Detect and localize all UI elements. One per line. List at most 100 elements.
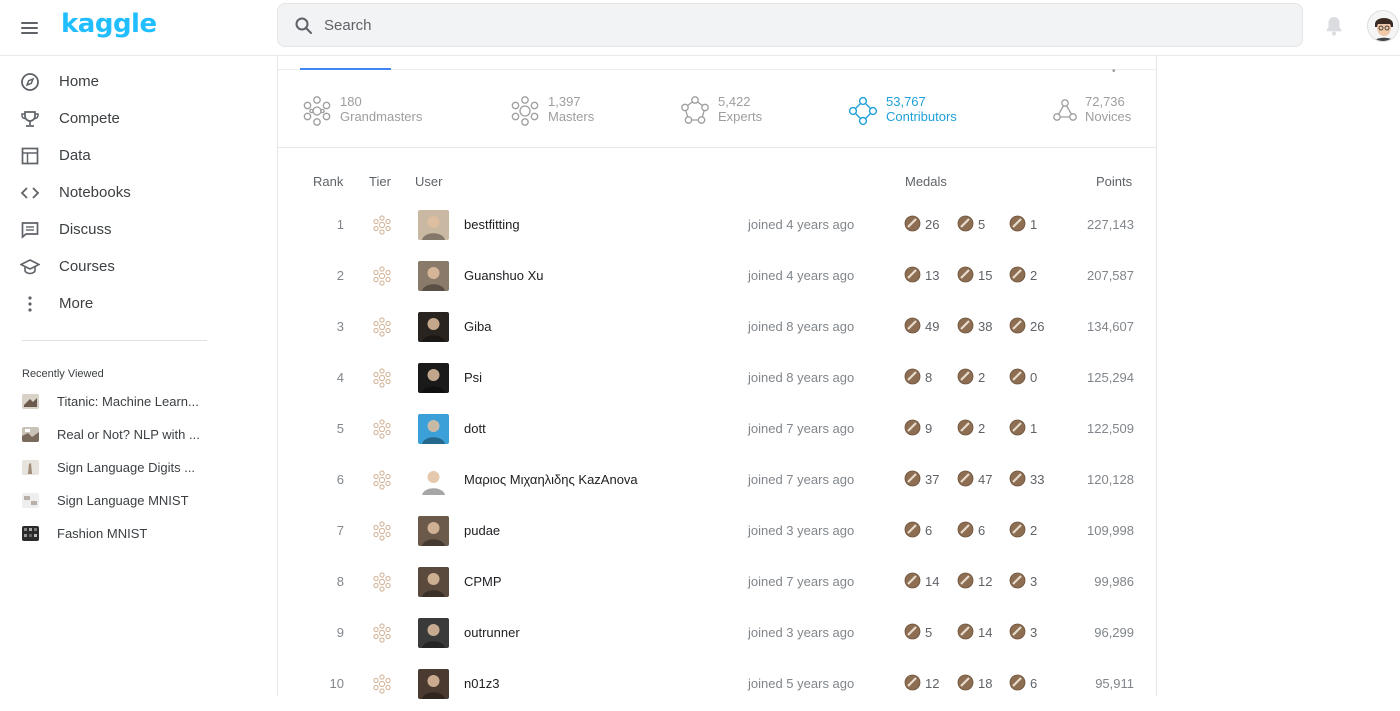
bronze-medal-icon	[1009, 266, 1026, 283]
username-link[interactable]: dott	[464, 421, 486, 436]
user-avatar[interactable]	[418, 465, 449, 495]
username-link[interactable]: Guanshuo Xu	[464, 268, 544, 283]
table-row[interactable]: 2 Guanshuo Xu joined 4 years ago 13 15 2 207,5…	[278, 252, 1156, 303]
bronze-medal-icon	[1009, 521, 1026, 538]
gold-medal-icon	[904, 215, 921, 232]
recent-item[interactable]: Fashion MNIST	[0, 517, 240, 550]
medal-count-value: 2	[978, 421, 986, 436]
username-link[interactable]: CPMP	[464, 574, 502, 589]
sidebar-item-notebooks[interactable]: Notebooks	[0, 174, 240, 211]
hamburger-menu-icon[interactable]	[18, 16, 42, 40]
sidebar-item-more[interactable]: More	[0, 285, 240, 322]
user-avatar[interactable]	[418, 567, 449, 597]
rank-cell: 3	[336, 319, 344, 334]
table-row[interactable]: 10 n01z3 joined 5 years ago 12 18 6 95,911	[278, 660, 1156, 711]
tab-overflow-icon[interactable]: •	[1112, 66, 1116, 77]
bronze-medal-icon	[1009, 674, 1026, 691]
sidebar-item-data[interactable]: Data	[0, 137, 240, 174]
user-avatar[interactable]	[418, 516, 449, 546]
column-header-points[interactable]: Points	[1096, 174, 1132, 189]
search-bar[interactable]	[277, 3, 1303, 47]
tier-count: 72,736	[1085, 94, 1125, 109]
rank-cell: 7	[336, 523, 344, 538]
table-row[interactable]: 7 pudae joined 3 years ago 6 6 2 109,998	[278, 507, 1156, 558]
silver-medal-icon	[957, 470, 974, 487]
graduation-cap-icon	[20, 258, 40, 274]
user-avatar[interactable]	[418, 363, 449, 393]
tier-masters[interactable]: 1,397 Masters	[508, 92, 628, 132]
points-cell: 207,587	[1087, 268, 1134, 283]
bronze-medal-icon	[1009, 419, 1026, 436]
gold-medal-icon	[904, 368, 921, 385]
tier-count: 53,767	[886, 94, 926, 109]
tier-contributors[interactable]: 53,767 Contributors	[846, 92, 976, 132]
sidebar-item-compete[interactable]: Compete	[0, 100, 240, 137]
column-header-medals[interactable]: Medals	[905, 174, 947, 189]
username-link[interactable]: outrunner	[464, 625, 520, 640]
bronze-medal-icon	[1009, 368, 1026, 385]
username-link[interactable]: Psi	[464, 370, 482, 385]
points-cell: 122,509	[1087, 421, 1134, 436]
dataset-thumbnail	[22, 526, 39, 541]
medal-count-value: 49	[925, 319, 940, 334]
username-link[interactable]: pudae	[464, 523, 500, 538]
tier-name: Contributors	[886, 109, 957, 124]
table-row[interactable]: 5 dott joined 7 years ago 9 2 1 122,509	[278, 405, 1156, 456]
user-avatar[interactable]	[418, 261, 449, 291]
username-link[interactable]: bestfitting	[464, 217, 520, 232]
recent-item[interactable]: Titanic: Machine Learn...	[0, 385, 240, 418]
points-cell: 95,911	[1095, 676, 1134, 691]
tier-novices[interactable]: 72,736 Novices	[1048, 92, 1148, 132]
tier-count: 5,422	[718, 94, 751, 109]
user-avatar[interactable]	[418, 210, 449, 240]
sidebar-item-courses[interactable]: Courses	[0, 248, 240, 285]
silver-medal-icon	[957, 419, 974, 436]
recent-item[interactable]: Sign Language MNIST	[0, 484, 240, 517]
sidebar-item-home[interactable]: Home	[0, 63, 240, 100]
sidebar-item-discuss[interactable]: Discuss	[0, 211, 240, 248]
notifications-bell-icon[interactable]	[1322, 14, 1346, 38]
tier-grandmasters[interactable]: 180 Grandmasters	[300, 92, 460, 132]
table-row[interactable]: 6 Μαριος Μιχαηλιδης KazAnova joined 7 year…	[278, 456, 1156, 507]
recent-item[interactable]: Sign Language Digits ...	[0, 451, 240, 484]
user-avatar[interactable]	[418, 669, 449, 699]
column-header-user[interactable]: User	[415, 174, 442, 189]
medal-count-value: 18	[978, 676, 993, 691]
tier-count: 1,397	[548, 94, 581, 109]
medal-count-value: 14	[978, 625, 993, 640]
user-avatar[interactable]	[418, 414, 449, 444]
bronze-medal-icon	[1009, 572, 1026, 589]
joined-date: joined 5 years ago	[748, 676, 855, 691]
joined-date: joined 3 years ago	[748, 625, 855, 640]
username-link[interactable]: n01z3	[464, 676, 499, 691]
tier-name: Novices	[1085, 109, 1132, 124]
column-header-tier[interactable]: Tier	[369, 174, 391, 189]
table-row[interactable]: 1 bestfitting joined 4 years ago 26 5 1 227,14…	[278, 201, 1156, 252]
user-avatar[interactable]	[418, 618, 449, 648]
medal-count-value: 1	[1030, 217, 1038, 232]
user-avatar[interactable]	[1367, 10, 1399, 42]
table-row[interactable]: 8 CPMP joined 7 years ago 14 12 3 99,986	[278, 558, 1156, 609]
medal-count-value: 47	[978, 472, 993, 487]
column-header-rank[interactable]: Rank	[313, 174, 343, 189]
dataset-thumbnail	[22, 427, 39, 442]
username-link[interactable]: Giba	[464, 319, 491, 334]
user-avatar[interactable]	[418, 312, 449, 342]
silver-medal-icon	[957, 623, 974, 640]
recent-item-label: Sign Language Digits ...	[57, 460, 196, 475]
kaggle-logo[interactable]: kaggle	[61, 9, 157, 39]
grandmaster-tier-icon	[371, 265, 393, 287]
table-row[interactable]: 3 Giba joined 8 years ago 49 38 26 134,607	[278, 303, 1156, 354]
table-row[interactable]: 4 Psi joined 8 years ago 8 2 0 125,294	[278, 354, 1156, 405]
joined-date: joined 7 years ago	[748, 421, 855, 436]
username-link[interactable]: Μαριος Μιχαηλιδης KazAnova	[464, 472, 638, 487]
search-input[interactable]	[324, 4, 1284, 46]
table-row[interactable]: 9 outrunner joined 3 years ago 5 14 3 96,299	[278, 609, 1156, 660]
tier-experts[interactable]: 5,422 Experts	[678, 92, 798, 132]
rank-cell: 5	[336, 421, 344, 436]
points-cell: 227,143	[1087, 217, 1134, 232]
recent-item[interactable]: Real or Not? NLP with ...	[0, 418, 240, 451]
silver-medal-icon	[957, 572, 974, 589]
points-cell: 96,299	[1094, 625, 1134, 640]
joined-date: joined 4 years ago	[748, 268, 855, 283]
